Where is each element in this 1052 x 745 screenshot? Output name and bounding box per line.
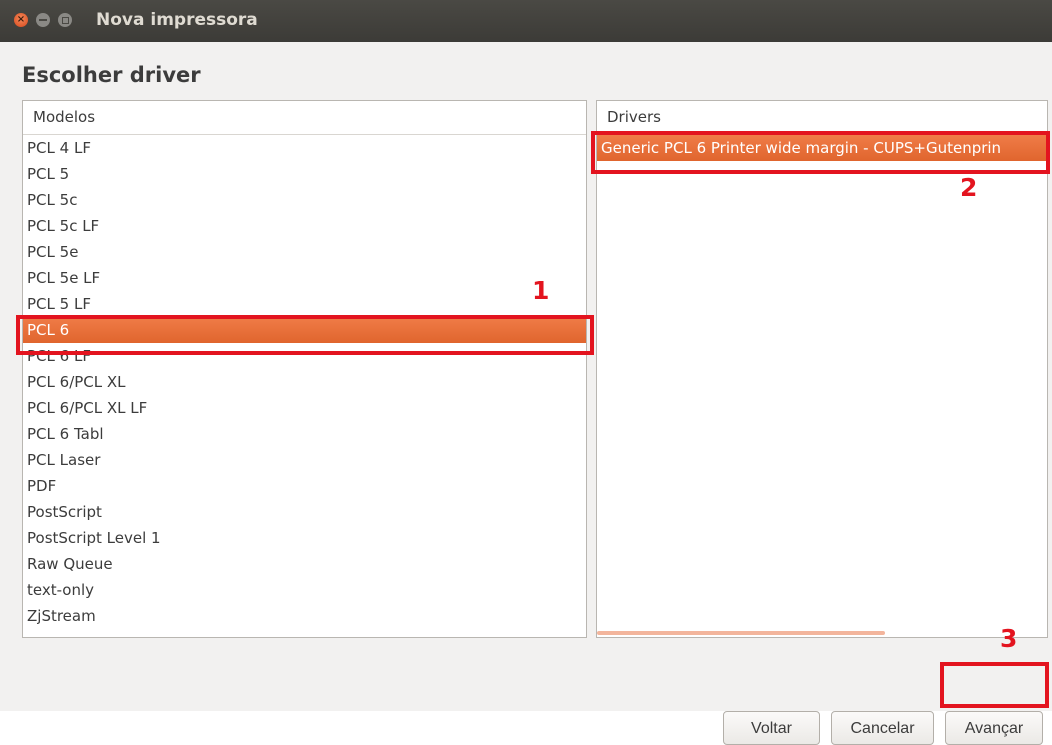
model-row[interactable]: PDF	[23, 473, 586, 499]
horizontal-scrollbar[interactable]	[597, 631, 885, 635]
annotation-number-3: 3	[1000, 624, 1018, 653]
drivers-list[interactable]: Drivers Generic PCL 6 Printer wide margi…	[596, 100, 1048, 638]
annotation-box-2	[591, 131, 1050, 174]
annotation-number-1: 1	[532, 276, 550, 305]
window-title: Nova impressora	[96, 10, 258, 30]
model-row[interactable]: PCL Laser	[23, 447, 586, 473]
next-button[interactable]: Avançar	[945, 711, 1043, 745]
annotation-number-2: 2	[960, 173, 978, 202]
back-button[interactable]: Voltar	[723, 711, 820, 745]
model-row[interactable]: PCL 6/PCL XL	[23, 369, 586, 395]
model-row[interactable]: ZjStream	[23, 603, 586, 629]
minimize-window-icon[interactable]	[36, 13, 50, 27]
close-window-icon[interactable]: ×	[14, 13, 28, 27]
drivers-column-header[interactable]: Drivers	[597, 101, 1047, 135]
model-row[interactable]: PCL 5e LF	[23, 265, 586, 291]
models-column-header[interactable]: Modelos	[23, 101, 586, 135]
model-row[interactable]: PCL 6/PCL XL LF	[23, 395, 586, 421]
cancel-button[interactable]: Cancelar	[831, 711, 934, 745]
model-row[interactable]: PostScript Level 1	[23, 525, 586, 551]
model-row[interactable]: PostScript	[23, 499, 586, 525]
annotation-box-1	[16, 315, 594, 355]
models-list[interactable]: Modelos PCL 4 LF PCL 5 PCL 5c PCL 5c LF PCL …	[22, 100, 587, 638]
model-row[interactable]: PCL 5c	[23, 187, 586, 213]
model-row[interactable]: PCL 4 LF	[23, 135, 586, 161]
model-row[interactable]: Raw Queue	[23, 551, 586, 577]
model-row[interactable]: PCL 5 LF	[23, 291, 586, 317]
annotation-box-3	[940, 662, 1049, 708]
model-row[interactable]: PCL 5c LF	[23, 213, 586, 239]
maximize-window-icon[interactable]	[58, 13, 72, 27]
model-row[interactable]: PCL 5e	[23, 239, 586, 265]
title-bar: × Nova impressora	[0, 0, 1052, 42]
page-title: Escolher driver	[22, 63, 201, 87]
model-row[interactable]: text-only	[23, 577, 586, 603]
model-row[interactable]: PCL 6 Tabl	[23, 421, 586, 447]
model-row[interactable]: PCL 5	[23, 161, 586, 187]
